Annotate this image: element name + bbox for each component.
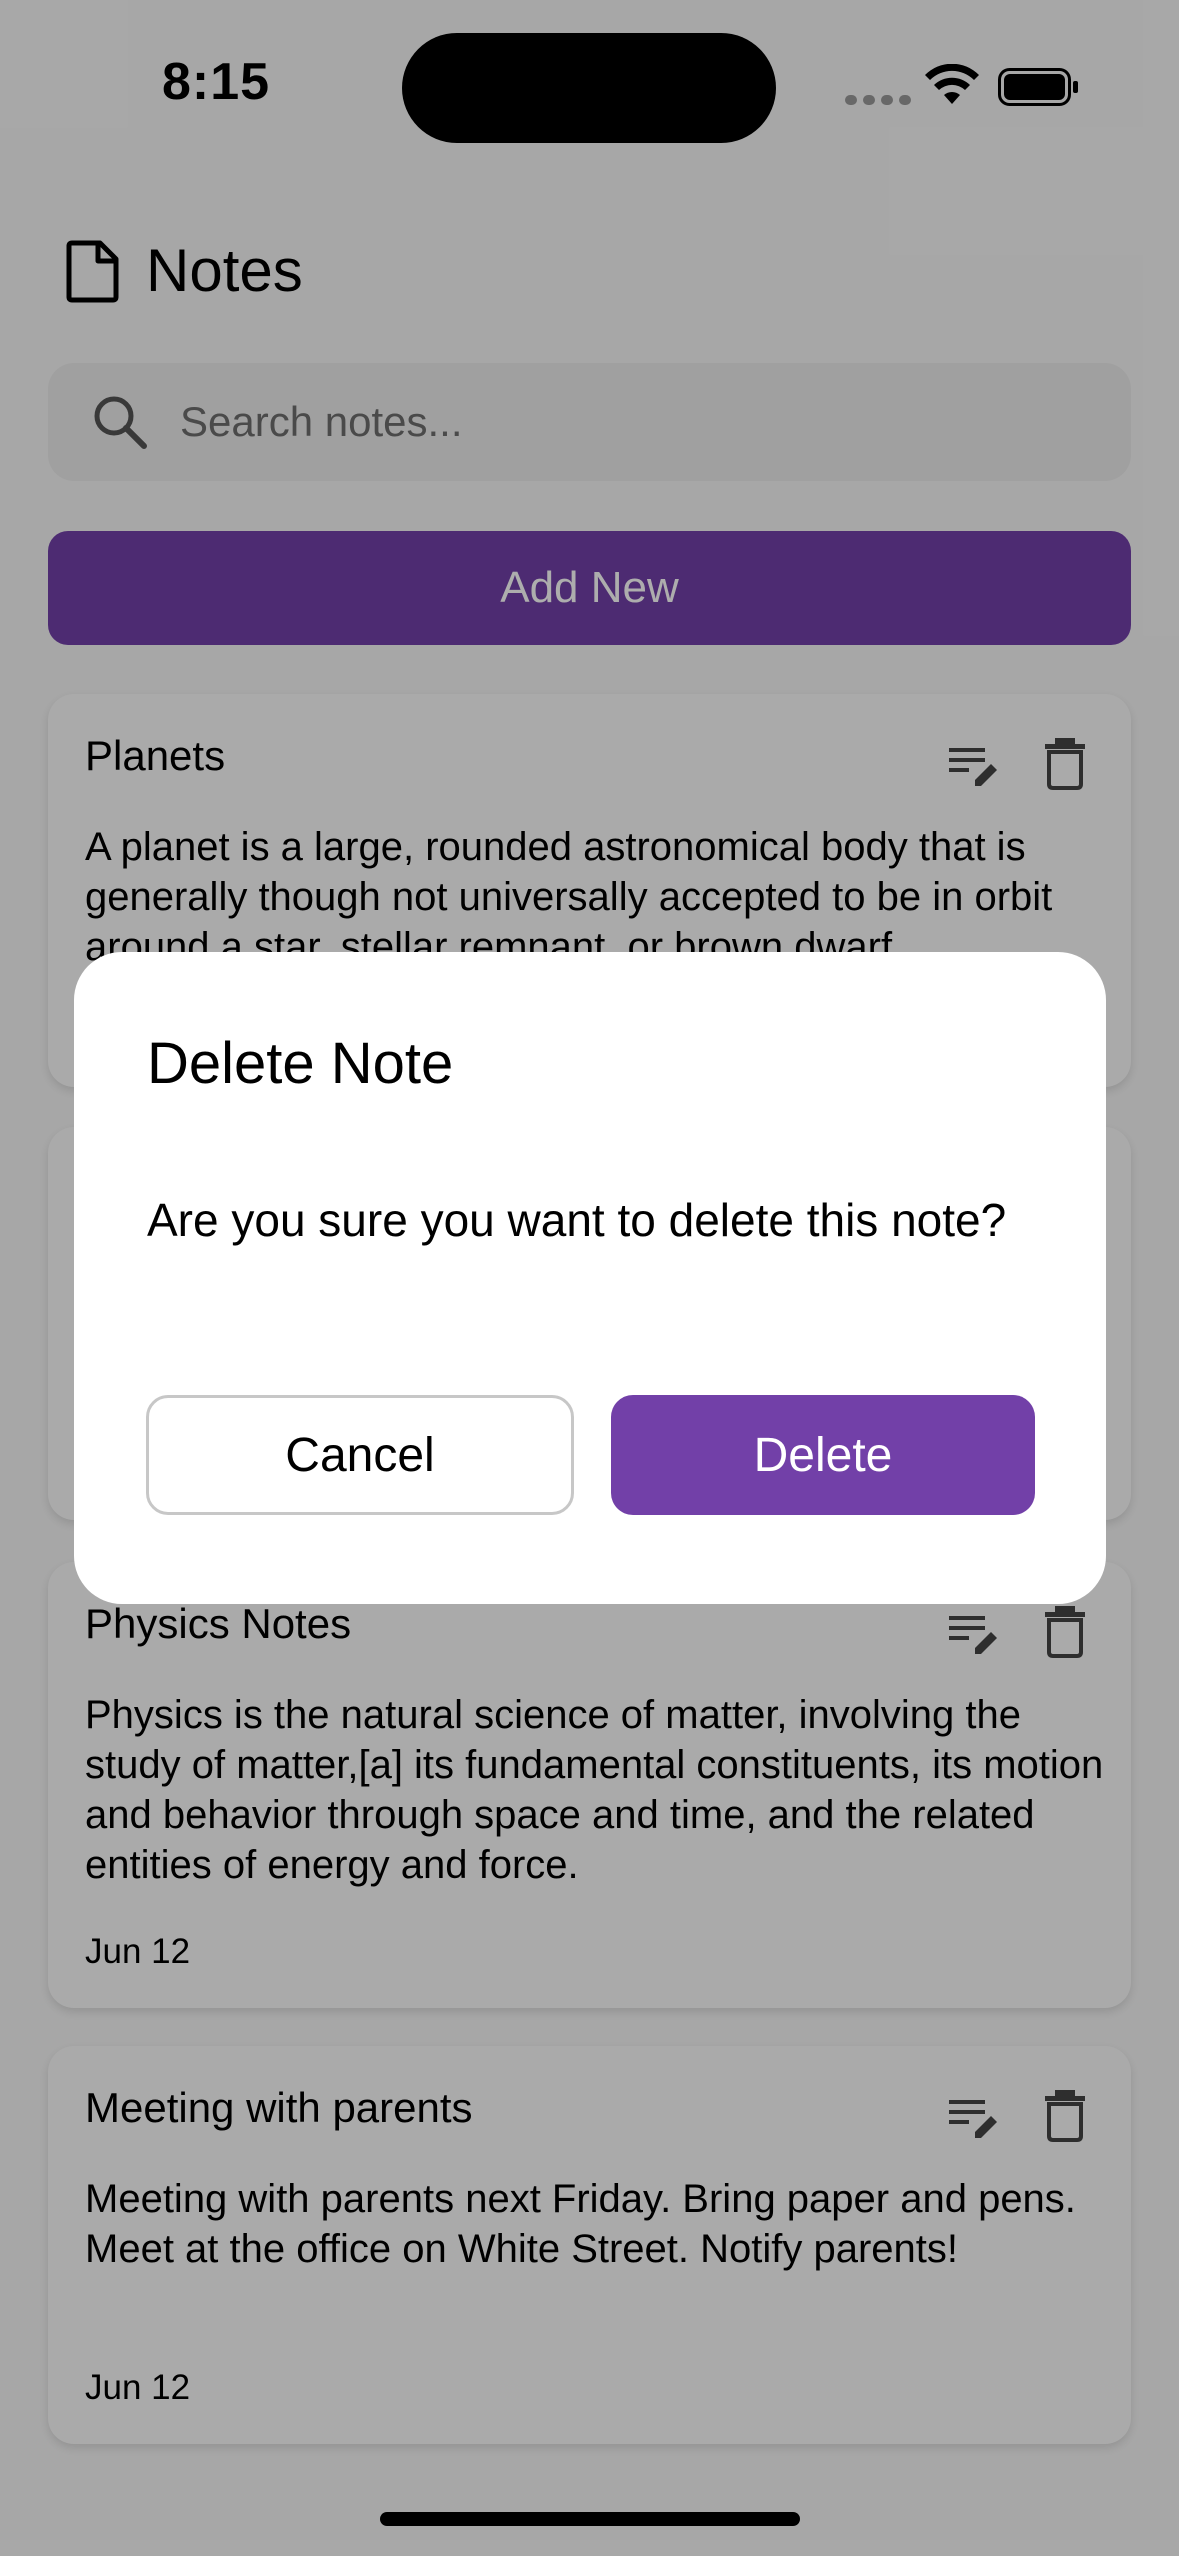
delete-note-dialog: Delete Note Are you sure you want to del… [74,952,1106,1604]
confirm-delete-button[interactable]: Delete [611,1395,1035,1515]
home-indicator[interactable] [380,2512,800,2526]
dialog-message: Are you sure you want to delete this not… [147,1194,1007,1246]
cancel-button[interactable]: Cancel [146,1395,574,1515]
dialog-title: Delete Note [147,1031,454,1096]
